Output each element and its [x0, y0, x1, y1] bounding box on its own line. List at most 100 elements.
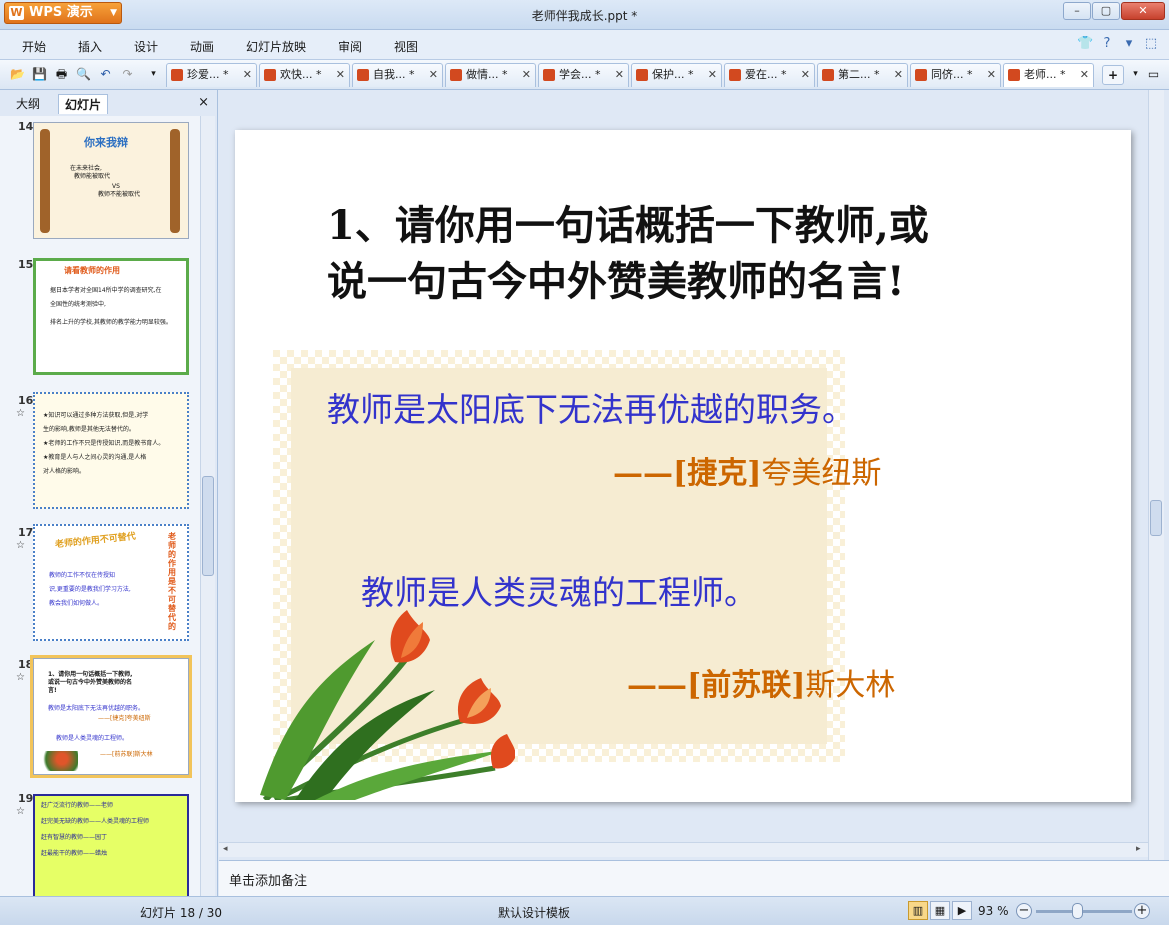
zoom-slider-handle[interactable] — [1072, 903, 1083, 919]
thumb-line: ★知识可以通过多种方法获取,但是,对学 — [43, 412, 149, 419]
doc-tab[interactable]: 保护... * ✕ — [631, 63, 722, 87]
close-tab-icon[interactable]: ✕ — [336, 64, 345, 86]
slide-thumbnail-14[interactable]: 你来我辩 在未来社会, 教师能被取代 VS 教师不能被取代 — [33, 122, 189, 239]
close-window-button[interactable]: ✕ — [1121, 2, 1165, 20]
print-preview-icon[interactable]: 🔍 — [76, 67, 91, 82]
thumbnail-scrollbar[interactable] — [200, 116, 215, 896]
close-tab-icon[interactable]: ✕ — [522, 64, 531, 86]
thumb-line: 在未来社会, — [70, 165, 102, 172]
animation-star-icon: ☆ — [16, 408, 25, 419]
ppt-file-icon — [171, 69, 183, 81]
doc-tab[interactable]: 欢快... * ✕ — [259, 63, 350, 87]
minimize-button[interactable]: – — [1063, 2, 1091, 20]
close-tab-icon[interactable]: ✕ — [987, 64, 996, 86]
menu-design[interactable]: 设计 — [134, 38, 158, 55]
doc-tab[interactable]: 同侪... * ✕ — [910, 63, 1001, 87]
author-stalin[interactable]: ——[前苏联]斯大林 — [627, 660, 895, 704]
slide-number: 14 — [18, 120, 34, 133]
slide-thumbnail-17[interactable]: 老师的作用不可替代 老师的作用是不可替代的 教师的工作不仅在传授知 识,更重要的… — [33, 524, 189, 641]
ppt-file-icon — [357, 69, 369, 81]
thumb-line: 赶完美无缺的教师——人类灵魂的工程师 — [41, 818, 150, 825]
slide-number: 16 — [18, 394, 34, 407]
print-icon[interactable]: 🖶 — [54, 67, 69, 82]
close-tab-icon[interactable]: ✕ — [243, 64, 252, 86]
scroll-decoration — [40, 129, 50, 233]
slide-title[interactable]: 1、请你用一句话概括一下教师,或说一句古今中外赞美教师的名言! — [327, 198, 967, 310]
scroll-right-icon[interactable]: ▸ — [1136, 844, 1141, 854]
current-slide[interactable]: 1、请你用一句话概括一下教师,或说一句古今中外赞美教师的名言! 教师是太阳底下无… — [235, 130, 1131, 802]
close-tab-icon[interactable]: ✕ — [708, 64, 717, 86]
redo-icon[interactable]: ↷ — [120, 67, 135, 82]
zoom-out-button[interactable]: − — [1016, 903, 1032, 919]
zoom-level: 93 % — [978, 904, 1009, 918]
close-tab-icon[interactable]: ✕ — [615, 64, 624, 86]
doc-tab[interactable]: 珍爱... * ✕ — [166, 63, 257, 87]
slide-thumbnail-16[interactable]: ★知识可以通过多种方法获取,但是,对学 生的影响,教师是其他无法替代的。 ★老师… — [33, 392, 189, 509]
restore-ribbon-icon[interactable]: ⬚ — [1143, 36, 1159, 51]
close-tab-icon[interactable]: ✕ — [429, 64, 438, 86]
window-controls: – ▢ ✕ — [1063, 2, 1165, 20]
doc-tab[interactable]: 爱在... * ✕ — [724, 63, 815, 87]
scrollbar-thumb[interactable] — [202, 476, 214, 576]
menu-review[interactable]: 审阅 — [338, 38, 362, 55]
doc-tab[interactable]: 学会... * ✕ — [538, 63, 629, 87]
zoom-slider-track[interactable] — [1036, 910, 1132, 913]
close-tab-icon[interactable]: ✕ — [801, 64, 810, 86]
slide-sorter-view-button[interactable]: ▦ — [930, 901, 950, 920]
menu-slideshow[interactable]: 幻灯片放映 — [246, 38, 306, 55]
thumb-line: 教师的工作不仅在传授知 — [49, 572, 116, 579]
scrollbar-thumb[interactable] — [1150, 500, 1162, 536]
author-name: 斯大林 — [805, 668, 896, 703]
skin-icon[interactable]: 👕 — [1077, 36, 1093, 51]
open-folder-icon[interactable]: 📂 — [10, 67, 25, 82]
menu-view[interactable]: 视图 — [394, 38, 418, 55]
window-layout-icon[interactable]: ▭ — [1146, 67, 1161, 82]
quote-comenius[interactable]: 教师是太阳底下无法再优越的职务。 — [327, 388, 897, 432]
toolbar-customize-icon[interactable]: ▾ — [146, 67, 161, 82]
ppt-file-icon — [915, 69, 927, 81]
doc-tab-active[interactable]: 老师... * ✕ — [1003, 63, 1094, 87]
thumb-title: 你来我辩 — [84, 136, 128, 149]
tab-slides[interactable]: 幻灯片 — [58, 94, 109, 114]
scroll-left-icon[interactable]: ◂ — [223, 844, 228, 854]
thumb-line: 言! — [48, 687, 57, 694]
close-tab-icon[interactable]: ✕ — [894, 64, 903, 86]
menu-animation[interactable]: 动画 — [190, 38, 214, 55]
thumb-line: 或说一句古今中外赞美教师的名 — [48, 679, 133, 686]
author-name: 夸美纽斯 — [761, 456, 882, 491]
save-icon[interactable]: 💾 — [32, 67, 47, 82]
doc-tab[interactable]: 自我... * ✕ — [352, 63, 443, 87]
chevron-down-icon[interactable]: ▾ — [1121, 36, 1137, 51]
thumb-line: 对人格的影响。 — [43, 468, 86, 475]
slide-horizontal-scrollbar[interactable]: ◂ ▸ — [219, 842, 1148, 857]
menu-home[interactable]: 开始 — [22, 38, 46, 55]
zoom-in-button[interactable]: + — [1134, 903, 1150, 919]
thumb-line: 排名上升的学校,其教师的教学能力明显较强。 — [50, 319, 172, 326]
thumb-line: 识,更重要的是教我们学习方法, — [49, 586, 131, 593]
help-icon[interactable]: ? — [1099, 36, 1115, 51]
new-tab-button[interactable]: + — [1102, 65, 1124, 85]
design-template-name[interactable]: 默认设计模板 — [498, 904, 570, 921]
ppt-file-icon — [822, 69, 834, 81]
normal-view-button[interactable]: ▥ — [908, 901, 928, 920]
doc-tab[interactable]: 做情... * ✕ — [445, 63, 536, 87]
author-country: [前苏联] — [687, 668, 806, 703]
maximize-button[interactable]: ▢ — [1092, 2, 1120, 20]
menu-insert[interactable]: 插入 — [78, 38, 102, 55]
notes-pane[interactable]: 单击添加备注 — [219, 860, 1169, 896]
author-comenius[interactable]: ——[捷克]夸美纽斯 — [613, 448, 881, 492]
undo-icon[interactable]: ↶ — [98, 67, 113, 82]
tab-list-chevron-icon[interactable]: ▾ — [1128, 67, 1143, 82]
ppt-file-icon — [636, 69, 648, 81]
slide-vertical-scrollbar[interactable] — [1148, 90, 1164, 860]
doc-tab[interactable]: 第二... * ✕ — [817, 63, 908, 87]
slideshow-view-button[interactable]: ▶ — [952, 901, 972, 920]
slide-thumbnail-19[interactable]: 赶广泛流行的教师——老师 赶完美无缺的教师——人类灵魂的工程师 赶有智慧的教师—… — [33, 794, 189, 896]
close-tab-icon[interactable]: ✕ — [1080, 64, 1089, 86]
slide-thumbnail-18[interactable]: 1、请你用一句话概括一下教师, 或说一句古今中外赞美教师的名 言! 教师是太阳底… — [30, 655, 192, 778]
thumb-line: 教师是人类灵魂的工程师。 — [56, 735, 129, 742]
slide-thumbnail-15[interactable]: 请看教师的作用 据日本学者对全国14所中学的调查研究,在 全国性的统考测验中, … — [33, 258, 189, 375]
slide-number: 15 — [18, 258, 34, 271]
tab-outline[interactable]: 大纲 — [10, 94, 46, 114]
close-pane-icon[interactable]: × — [198, 95, 209, 110]
